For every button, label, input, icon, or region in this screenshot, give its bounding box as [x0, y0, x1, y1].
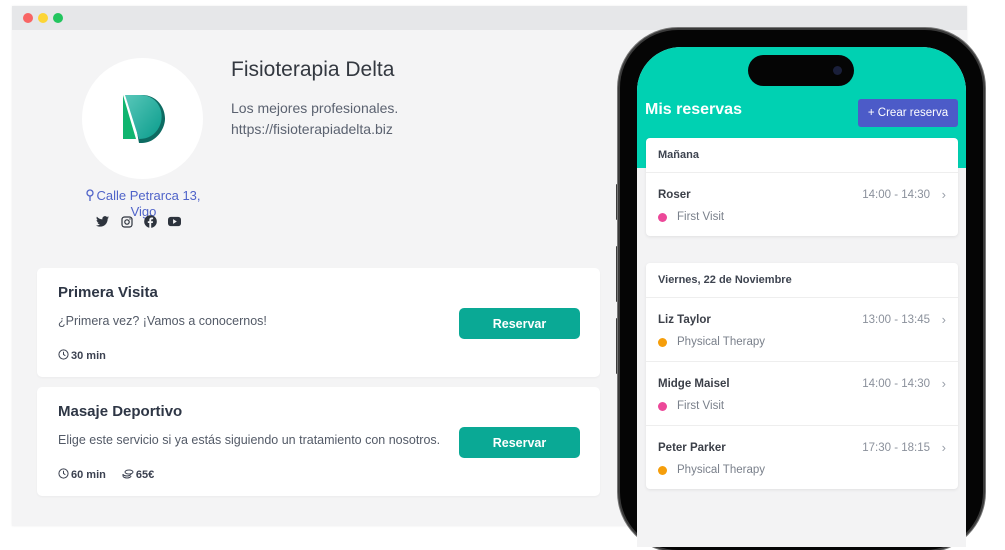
clock-icon — [58, 349, 69, 363]
minimize-window-button[interactable] — [38, 13, 48, 23]
booking-time: 17:30 - 18:15 — [862, 442, 930, 454]
service-price: 65€ — [135, 469, 155, 481]
clock-icon — [58, 468, 69, 482]
booking-type: First Visit — [658, 211, 724, 223]
booking-time: 14:00 - 14:30 — [862, 189, 930, 201]
booking-time: 14:00 - 14:30 — [862, 378, 930, 390]
booking-type: First Visit — [658, 400, 724, 412]
client-name: Roser — [658, 189, 691, 201]
type-dot-icon — [658, 401, 667, 411]
dynamic-island — [748, 55, 854, 86]
client-name: Peter Parker — [658, 442, 726, 454]
instagram-icon[interactable] — [120, 215, 133, 228]
twitter-icon[interactable] — [96, 215, 109, 228]
booking-item[interactable]: Midge Maisel 14:00 - 14:30 › First Visit — [646, 362, 958, 426]
business-description: Los mejores profesionales. https://fisio… — [231, 98, 398, 140]
business-website[interactable]: https://fisioterapiadelta.biz — [231, 119, 398, 140]
close-window-button[interactable] — [23, 13, 33, 23]
booking-item[interactable]: Liz Taylor 13:00 - 13:45 › Physical Ther… — [646, 298, 958, 362]
client-name: Liz Taylor — [658, 314, 711, 326]
service-meta: 30 min — [58, 349, 106, 363]
create-booking-button[interactable]: + Crear reserva — [858, 99, 958, 127]
booking-type-label: Physical Therapy — [677, 464, 765, 476]
app-title: Mis reservas — [645, 101, 742, 118]
booking-group: Mañana Roser 14:00 - 14:30 › First Visit — [646, 138, 958, 236]
chevron-right-icon: › — [941, 376, 946, 391]
booking-type: Physical Therapy — [658, 464, 765, 476]
booking-item[interactable]: Roser 14:00 - 14:30 › First Visit — [646, 173, 958, 236]
service-name: Primera Visita — [58, 284, 158, 301]
service-card: Masaje Deportivo Elige este servicio si … — [37, 387, 600, 496]
service-duration: 30 min — [71, 350, 106, 362]
type-dot-icon — [658, 212, 667, 222]
chevron-right-icon: › — [941, 187, 946, 202]
booking-time: 13:00 - 13:45 — [862, 314, 930, 326]
group-date: Viernes, 22 de Noviembre — [646, 263, 958, 298]
delta-logo-icon — [123, 95, 166, 143]
booking-group: Viernes, 22 de Noviembre Liz Taylor 13:0… — [646, 263, 958, 489]
type-dot-icon — [658, 465, 667, 475]
booking-type: Physical Therapy — [658, 336, 765, 348]
maximize-window-button[interactable] — [53, 13, 63, 23]
type-dot-icon — [658, 337, 667, 347]
booking-item[interactable]: Peter Parker 17:30 - 18:15 › Physical Th… — [646, 426, 958, 489]
booking-type-label: Physical Therapy — [677, 336, 765, 348]
booking-type-label: First Visit — [677, 211, 725, 223]
title-bar — [12, 6, 967, 30]
business-name: Fisioterapia Delta — [231, 58, 395, 81]
camera-icon — [833, 66, 842, 75]
service-meta: 60 min 65€ — [58, 468, 154, 482]
client-name: Midge Maisel — [658, 378, 730, 390]
group-date: Mañana — [646, 138, 958, 173]
service-description: Elige este servicio si ya estás siguiend… — [58, 433, 441, 447]
business-logo — [82, 58, 203, 179]
reserve-button[interactable]: Reservar — [459, 308, 580, 339]
map-pin-icon — [86, 189, 95, 204]
service-duration: 60 min — [71, 469, 106, 481]
reserve-button[interactable]: Reservar — [459, 427, 580, 458]
phone-screen: Mis reservas + Crear reserva Mañana Rose… — [637, 47, 966, 547]
social-links — [96, 215, 181, 228]
business-tagline: Los mejores profesionales. — [231, 100, 399, 116]
phone-mockup: Mis reservas + Crear reserva Mañana Rose… — [620, 30, 983, 550]
chevron-right-icon: › — [941, 440, 946, 455]
facebook-icon[interactable] — [144, 215, 157, 228]
service-card: Primera Visita ¿Primera vez? ¡Vamos a co… — [37, 268, 600, 377]
booking-type-label: First Visit — [677, 400, 725, 412]
service-name: Masaje Deportivo — [58, 403, 183, 420]
service-description: ¿Primera vez? ¡Vamos a conocernos! — [58, 314, 267, 328]
youtube-icon[interactable] — [168, 215, 181, 228]
money-icon — [122, 469, 134, 482]
chevron-right-icon: › — [941, 312, 946, 327]
